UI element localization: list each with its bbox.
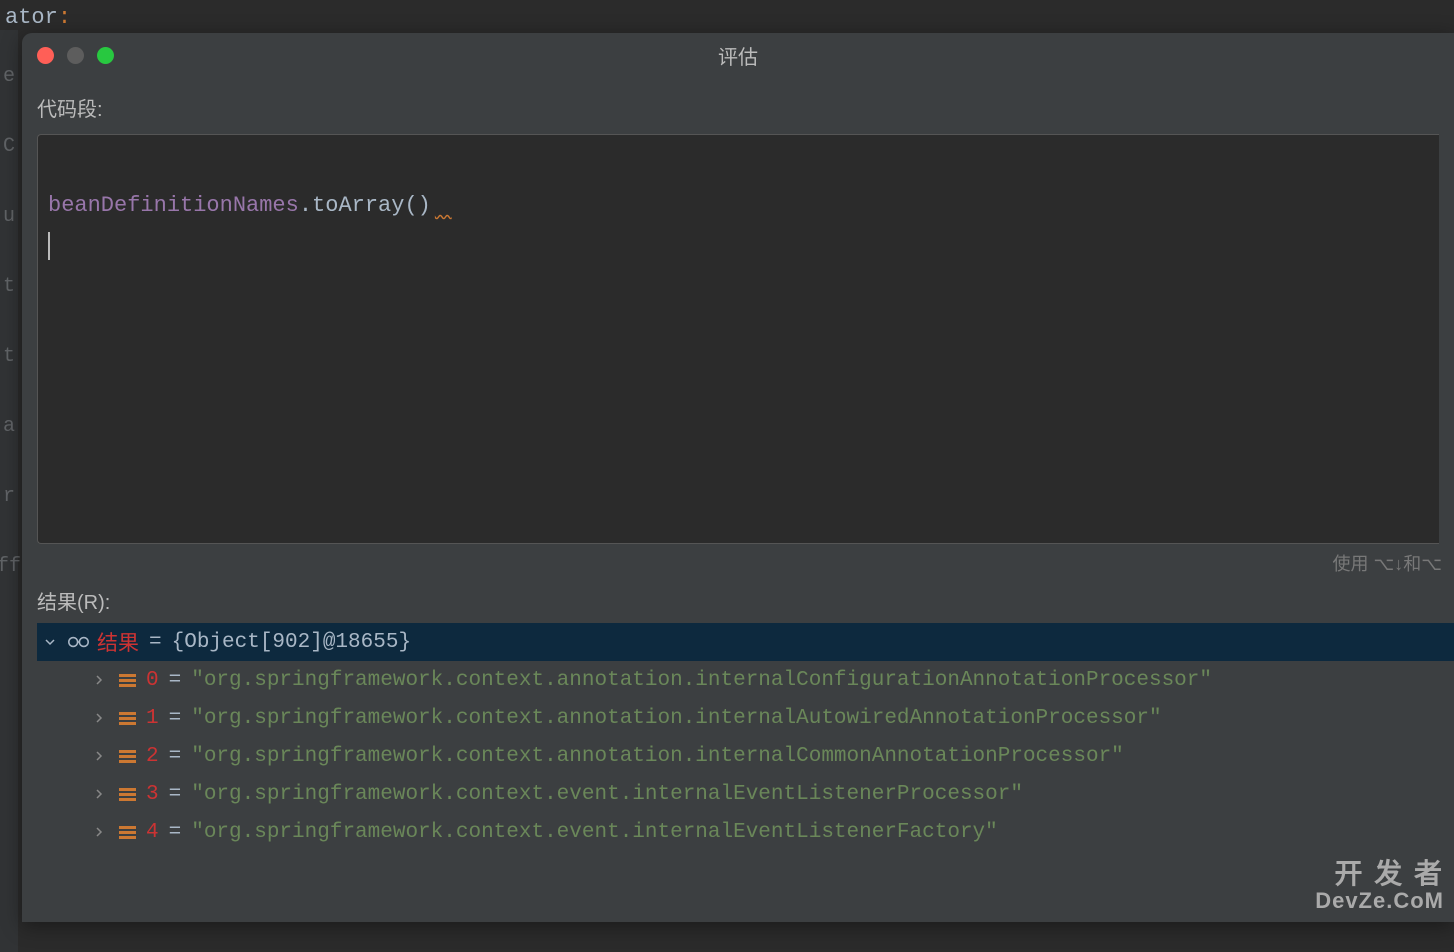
gutter-char: t xyxy=(3,345,15,373)
result-root-name: 结果 xyxy=(97,627,139,657)
result-root-value: {Object[902]@18655} xyxy=(172,631,411,654)
array-element-icon xyxy=(116,708,139,728)
code-editor[interactable]: beanDefinitionNames.toArray()~~ xyxy=(37,134,1439,544)
warning-underline: ~~ xyxy=(431,200,452,216)
result-item-row[interactable]: 0 = "org.springframework.context.annotat… xyxy=(37,661,1454,699)
result-item-row[interactable]: 3 = "org.springframework.context.event.i… xyxy=(37,775,1454,813)
gutter-char: a xyxy=(3,415,15,443)
editor-gutter: e C u t t a r ff xyxy=(0,30,18,952)
gutter-char: u xyxy=(3,205,15,233)
array-element-icon xyxy=(116,746,139,766)
gutter-char: t xyxy=(3,275,15,303)
evaluate-dialog: 评估 代码段: beanDefinitionNames.toArray()~~ … xyxy=(22,33,1454,922)
array-index: 1 xyxy=(146,707,159,730)
array-value: "org.springframework.context.event.inter… xyxy=(191,783,1023,806)
chevron-right-icon[interactable] xyxy=(89,674,109,686)
gutter-char: C xyxy=(3,135,15,163)
results-section: 结果(R): 结果 = {Object[902]@18655} xyxy=(22,586,1454,922)
results-tree[interactable]: 结果 = {Object[902]@18655} 0 = "org.spring… xyxy=(37,623,1454,922)
result-root-row[interactable]: 结果 = {Object[902]@18655} xyxy=(37,623,1454,661)
chevron-right-icon[interactable] xyxy=(89,826,109,838)
equals-sign: = xyxy=(169,669,182,692)
array-element-icon xyxy=(116,670,139,690)
array-value: "org.springframework.context.annotation.… xyxy=(191,669,1212,692)
array-index: 0 xyxy=(146,669,159,692)
equals-sign: = xyxy=(149,631,162,654)
code-section: 代码段: beanDefinitionNames.toArray()~~ xyxy=(22,78,1454,544)
gutter-char: r xyxy=(3,485,15,513)
dialog-title: 评估 xyxy=(718,41,758,70)
close-button[interactable] xyxy=(37,47,54,64)
chevron-right-icon[interactable] xyxy=(89,712,109,724)
code-variable: beanDefinitionNames xyxy=(48,193,299,218)
minimize-button[interactable] xyxy=(67,47,84,64)
keyboard-hint: 使用 ⌥↓和⌥ xyxy=(22,544,1454,586)
array-element-icon xyxy=(116,784,139,804)
gutter-char: e xyxy=(3,65,15,93)
traffic-lights xyxy=(37,47,114,64)
chevron-down-icon[interactable] xyxy=(40,636,60,648)
array-value: "org.springframework.context.event.inter… xyxy=(191,821,998,844)
maximize-button[interactable] xyxy=(97,47,114,64)
array-index: 2 xyxy=(146,745,159,768)
results-label: 结果(R): xyxy=(37,586,1454,615)
cursor-line xyxy=(48,224,1429,260)
result-item-row[interactable]: 1 = "org.springframework.context.annotat… xyxy=(37,699,1454,737)
equals-sign: = xyxy=(169,745,182,768)
result-item-row[interactable]: 4 = "org.springframework.context.event.i… xyxy=(37,813,1454,851)
bg-colon: : xyxy=(58,5,71,30)
bg-code-text: ator xyxy=(5,5,58,30)
equals-sign: = xyxy=(169,783,182,806)
dialog-titlebar[interactable]: 评估 xyxy=(22,33,1454,78)
equals-sign: = xyxy=(169,821,182,844)
chevron-right-icon[interactable] xyxy=(89,750,109,762)
chevron-right-icon[interactable] xyxy=(89,788,109,800)
text-cursor xyxy=(48,232,50,260)
array-element-icon xyxy=(116,822,139,842)
code-method-call: .toArray() xyxy=(299,193,431,218)
result-item-row[interactable]: 2 = "org.springframework.context.annotat… xyxy=(37,737,1454,775)
equals-sign: = xyxy=(169,707,182,730)
code-line: beanDefinitionNames.toArray()~~ xyxy=(48,190,1429,224)
array-value: "org.springframework.context.annotation.… xyxy=(191,707,1161,730)
code-label: 代码段: xyxy=(37,93,1439,122)
array-index: 4 xyxy=(146,821,159,844)
gutter-char: ff xyxy=(0,555,21,583)
glasses-icon xyxy=(67,632,90,652)
array-index: 3 xyxy=(146,783,159,806)
array-value: "org.springframework.context.annotation.… xyxy=(191,745,1124,768)
